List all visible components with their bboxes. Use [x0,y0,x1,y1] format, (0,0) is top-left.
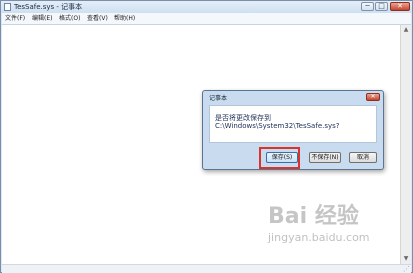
status-bar: ⋰ [2,264,411,273]
menu-view[interactable]: 查看(V) [87,13,108,24]
title-bar[interactable]: TesSafe.sys - 记事本 ─ □ ✕ [1,1,412,13]
close-button[interactable]: ✕ [390,2,410,11]
watermark-logo: Bai 经验 [268,204,359,229]
minimize-button[interactable]: ─ [361,2,374,11]
notepad-icon [4,3,11,11]
window-title: TesSafe.sys - 记事本 [14,3,83,11]
dialog-close-button[interactable]: ✕ [366,93,380,101]
menu-bar: 文件(F) 编辑(E) 格式(O) 查看(V) 帮助(H) [2,13,411,25]
maximize-button[interactable]: □ [375,2,388,11]
cancel-button[interactable]: 取消 [349,152,377,163]
resize-grip-icon[interactable]: ⋰ [403,265,410,273]
dialog-title: 记事本 [209,95,228,102]
vertical-scrollbar[interactable]: ▲ ▼ [400,25,411,264]
highlight-box [259,147,300,169]
menu-format[interactable]: 格式(O) [59,13,80,24]
dialog-message-line2: C:\Windows\System32\TesSafe.sys? [215,122,340,130]
menu-help[interactable]: 帮助(H) [114,13,135,24]
menu-file[interactable]: 文件(F) [5,13,25,24]
dont-save-button[interactable]: 不保存(N) [309,152,341,163]
watermark-url: jingyan.baidu.com [268,231,370,244]
scroll-up-icon[interactable]: ▲ [401,25,411,35]
menu-edit[interactable]: 编辑(E) [32,13,52,24]
scroll-down-icon[interactable]: ▼ [401,254,411,264]
